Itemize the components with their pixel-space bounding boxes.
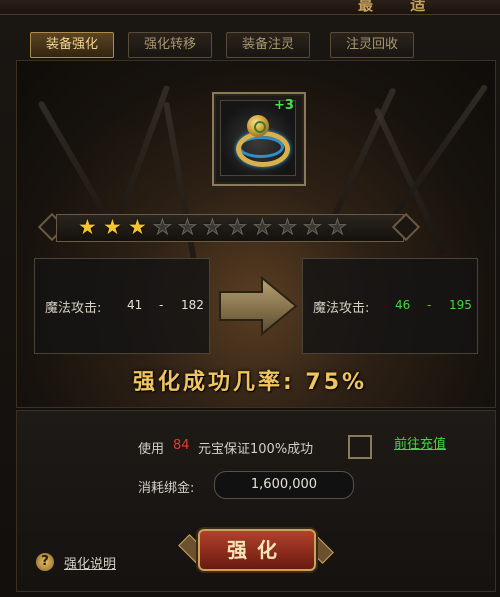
star-filled-icon: ★ bbox=[128, 215, 147, 239]
gold-cost-field: 1,600,000 bbox=[214, 471, 354, 499]
star-empty-icon: ★ bbox=[203, 215, 223, 240]
item-level-badge: +3 bbox=[274, 98, 294, 113]
next-stat-box: 魔法攻击: 46 - 195 bbox=[302, 258, 478, 354]
item-slot[interactable]: +3 bbox=[212, 92, 306, 186]
help-icon[interactable]: ? bbox=[36, 553, 54, 571]
window-title: 最 适 bbox=[358, 0, 442, 14]
star-empty-icon: ★ bbox=[178, 215, 198, 240]
current-stat-min: 41 bbox=[127, 298, 143, 312]
star-empty-icon: ★ bbox=[153, 215, 173, 240]
star-filled-icon: ★ bbox=[103, 215, 122, 239]
background-weapon bbox=[391, 83, 489, 219]
star-empty-icon: ★ bbox=[303, 215, 323, 240]
tab-equip-infuse[interactable]: 装备注灵 bbox=[226, 32, 310, 58]
next-stat-max: 195 bbox=[449, 298, 472, 312]
ring-body bbox=[236, 131, 290, 167]
tab-enhance-transfer[interactable]: 强化转移 bbox=[128, 32, 212, 58]
star-empty-icon: ★ bbox=[328, 215, 348, 240]
guarantee-amount: 84 bbox=[173, 438, 190, 453]
enhance-button-frame: 强化 bbox=[176, 523, 334, 573]
current-stat-box: 魔法攻击: 41 - 182 bbox=[34, 258, 210, 354]
star-filled-icon: ★ bbox=[78, 215, 97, 239]
title-bar: 最 适 bbox=[0, 0, 500, 15]
enhance-button[interactable]: 强化 bbox=[198, 529, 316, 571]
next-stat-label: 魔法攻击: bbox=[313, 301, 370, 316]
current-stat-label: 魔法攻击: bbox=[45, 301, 102, 316]
next-stat-dash: - bbox=[427, 298, 432, 312]
enhance-window: 最 适 装备强化 强化转移 装备注灵 注灵回收 +3 ★ ★ ★ ★ ★ ★ ★ ★ ★ ★ ★ 魔… bbox=[0, 0, 500, 597]
arrow-right-icon bbox=[219, 276, 298, 336]
star-empty-icon: ★ bbox=[253, 215, 273, 240]
current-stat-max: 182 bbox=[181, 298, 204, 312]
guarantee-suffix: 元宝保证100%成功 bbox=[198, 442, 314, 457]
tab-infuse-recycle[interactable]: 注灵回收 bbox=[330, 32, 414, 58]
star-empty-icon: ★ bbox=[278, 215, 298, 240]
success-rate: 强化成功几率: 75% bbox=[132, 370, 368, 395]
star-bar: ★ ★ ★ ★ ★ ★ ★ ★ ★ ★ ★ bbox=[37, 210, 421, 244]
recharge-link[interactable]: 前往充值 bbox=[394, 433, 446, 452]
guarantee-prefix: 使用 bbox=[138, 442, 165, 457]
gold-cost-label: 消耗绑金: bbox=[138, 481, 195, 496]
next-stat-min: 46 bbox=[395, 298, 411, 312]
tab-equip-enhance[interactable]: 装备强化 bbox=[30, 32, 114, 58]
ring-gem bbox=[247, 115, 269, 137]
help-link[interactable]: 强化说明 bbox=[64, 553, 116, 572]
star-empty-icon: ★ bbox=[228, 215, 248, 240]
guarantee-checkbox[interactable] bbox=[348, 435, 372, 459]
current-stat-dash: - bbox=[159, 298, 164, 312]
